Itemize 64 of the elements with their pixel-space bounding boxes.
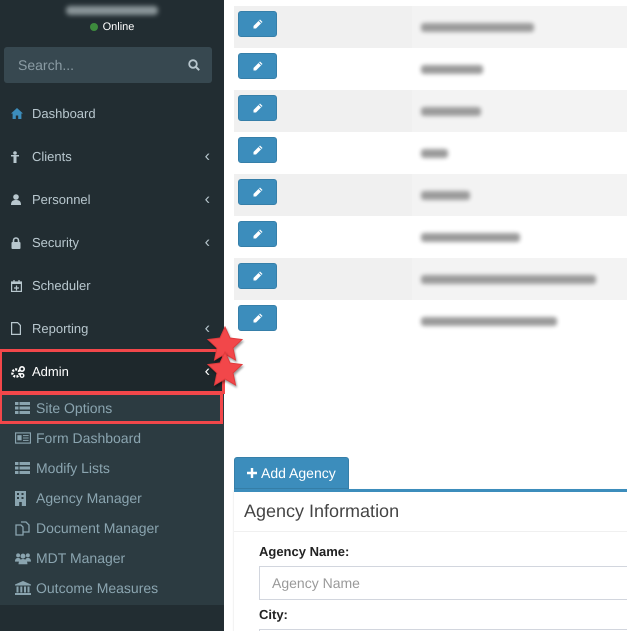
chevron-icon: ‹	[204, 320, 210, 338]
star-mark	[207, 326, 243, 362]
pencil-icon	[252, 103, 262, 113]
submenu-item[interactable]: Form Dashboard	[0, 423, 224, 453]
pencil-icon	[252, 145, 262, 155]
user-icon	[11, 194, 21, 205]
chevron-icon: ‹	[204, 362, 210, 380]
star-mark	[207, 351, 243, 387]
menu-item[interactable]: Security ‹	[0, 221, 224, 264]
plus-icon	[247, 468, 257, 478]
online-status: Online	[90, 21, 134, 33]
menu-item[interactable]: Dashboard	[0, 92, 224, 135]
edit-button[interactable]	[238, 305, 277, 331]
edit-button[interactable]	[238, 263, 277, 289]
pencil-icon	[252, 187, 262, 197]
panel-title: Agency Information	[234, 492, 627, 532]
edit-button[interactable]	[238, 137, 277, 163]
redacted-text	[421, 64, 483, 74]
chevron-icon: ‹	[204, 148, 210, 166]
submenu-item[interactable]: Outcome Measures	[0, 573, 224, 603]
building-icon	[15, 490, 26, 506]
gears-icon	[11, 366, 25, 378]
redacted-text	[421, 148, 448, 158]
submenu-item[interactable]: Modify Lists	[0, 453, 224, 483]
chevron-icon: ‹	[204, 234, 210, 252]
file-icon	[11, 322, 21, 335]
submenu-item[interactable]: MDT Manager	[0, 543, 224, 573]
search-icon	[188, 59, 200, 71]
lock-icon	[11, 236, 21, 248]
person-icon	[11, 150, 19, 162]
edit-button[interactable]	[238, 53, 277, 79]
users-icon	[15, 552, 31, 564]
redacted-text	[421, 106, 481, 116]
calendar-icon	[11, 280, 22, 292]
chevron-icon: ‹	[204, 190, 210, 208]
home-icon	[11, 108, 23, 119]
submenu-item[interactable]: Site Options	[0, 393, 222, 423]
input-field[interactable]: Agency Name	[259, 566, 627, 600]
field-label: City:	[259, 607, 289, 622]
pencil-icon	[252, 313, 262, 323]
edit-button[interactable]	[238, 11, 277, 37]
pencil-icon	[252, 271, 262, 281]
menu-item[interactable]: Personnel ‹	[0, 178, 224, 221]
pencil-icon	[252, 229, 262, 239]
menu-item[interactable]: Clients ‹	[0, 135, 224, 178]
edit-button[interactable]	[238, 179, 277, 205]
id-card-icon	[15, 432, 31, 444]
search-field[interactable]: Search...	[4, 47, 212, 83]
submenu-item[interactable]: Agency Manager	[0, 483, 224, 513]
copy-icon	[15, 520, 30, 536]
field-label: Agency Name:	[259, 544, 350, 559]
edit-button[interactable]	[238, 221, 277, 247]
redacted-text	[421, 190, 470, 200]
pencil-icon	[252, 61, 262, 71]
menu-item[interactable]: Reporting ‹	[0, 307, 224, 350]
submenu-item[interactable]: Document Manager	[0, 513, 224, 543]
menu-item[interactable]: Scheduler	[0, 264, 224, 307]
menu-item[interactable]: Admin ‹	[0, 350, 224, 393]
pencil-icon	[252, 19, 262, 29]
edit-button[interactable]	[238, 95, 277, 121]
list-icon	[15, 402, 30, 414]
list-icon	[15, 462, 30, 474]
add-agency-button[interactable]: Add Agency	[234, 457, 349, 489]
bank-icon	[15, 581, 31, 595]
